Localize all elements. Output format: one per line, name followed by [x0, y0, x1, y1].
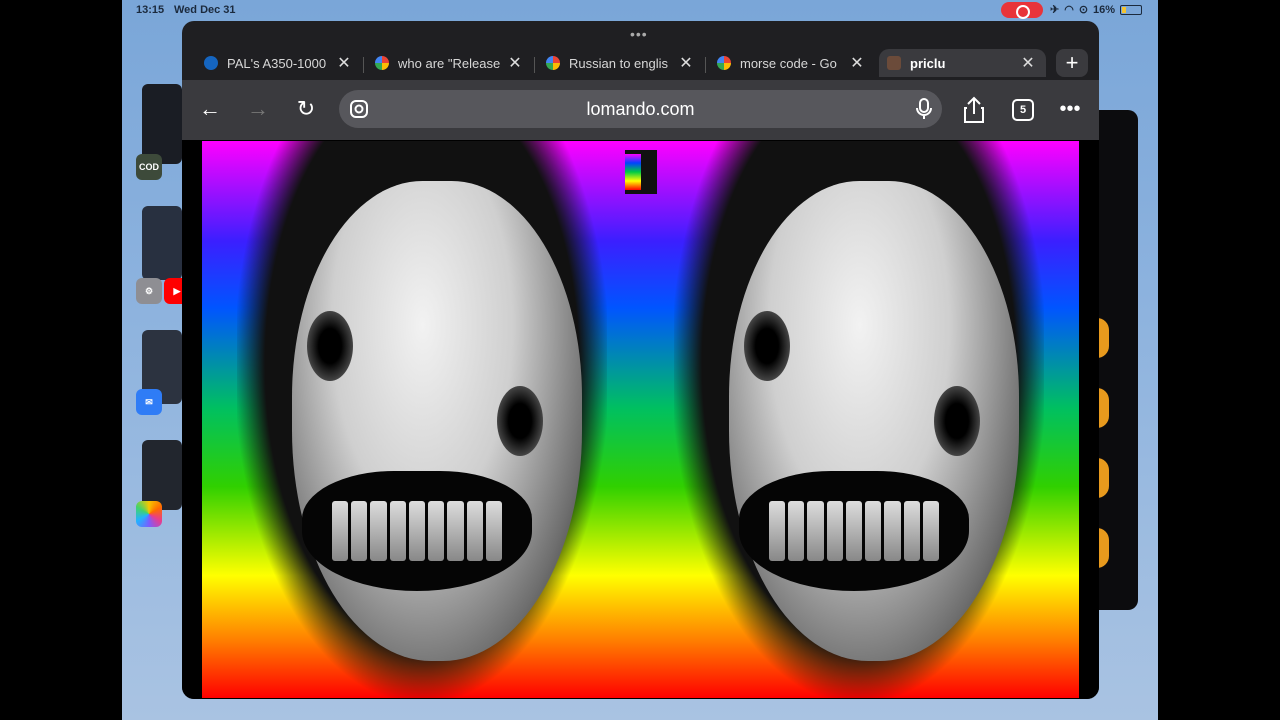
battery-icon	[1120, 4, 1143, 15]
tab-strip: PAL's A350-1000 ✕ who are "Releasе ✕ Rus…	[182, 46, 1099, 80]
mouth	[302, 471, 532, 591]
address-bar[interactable]: lomando.com	[339, 90, 942, 128]
google-icon	[717, 56, 731, 70]
close-icon[interactable]: ✕	[676, 53, 696, 73]
close-icon[interactable]: ✕	[847, 53, 867, 73]
eye	[497, 386, 543, 456]
eye	[934, 386, 980, 456]
more-menu-icon[interactable]: •••	[1054, 94, 1086, 126]
google-icon	[546, 56, 560, 70]
forward-arrow-icon[interactable]: →	[242, 94, 274, 126]
tab-title: priclu	[910, 55, 946, 71]
tab-separator	[534, 57, 535, 73]
settings-app-icon: ⚙	[136, 278, 162, 304]
tab-separator	[363, 57, 364, 73]
face-right	[639, 141, 1079, 698]
close-icon[interactable]: ✕	[1018, 53, 1038, 73]
messenger-app-icon: ✉	[136, 389, 162, 415]
share-icon[interactable]	[962, 96, 986, 124]
new-tab-button[interactable]: +	[1056, 49, 1088, 77]
web-content	[182, 140, 1099, 699]
tab-title: who are "Releasе	[398, 55, 501, 71]
rotation-lock-icon: ⊙	[1078, 4, 1089, 16]
creepy-face-image	[202, 141, 1079, 698]
app-switcher-card[interactable]	[142, 84, 182, 164]
reload-icon[interactable]: ↻	[290, 94, 322, 126]
face-left	[202, 141, 642, 698]
app-switcher-card[interactable]	[142, 206, 182, 280]
tab-title: PAL's A350-1000	[227, 55, 327, 71]
back-arrow-icon[interactable]: ←	[194, 94, 226, 126]
tab-title: Russian to englis	[569, 55, 668, 71]
tab-pal[interactable]: PAL's A350-1000 ✕	[204, 49, 354, 77]
eye	[744, 311, 790, 381]
status-bar: 13:15 Wed Dec 31 ✈ ◠ ⊙ 16%	[122, 0, 1158, 22]
teeth	[769, 501, 939, 561]
tab-russian[interactable]: Russian to englis ✕	[546, 49, 696, 77]
airplane-icon: ✈	[1050, 4, 1060, 16]
wifi-icon: ◠	[1064, 4, 1074, 16]
close-icon[interactable]: ✕	[334, 53, 354, 73]
toolbar: ← → ↻ lomando.com 5 •••	[182, 80, 1099, 140]
rainbow-thumbnail	[625, 150, 657, 194]
google-icon	[375, 56, 389, 70]
status-date: Wed Dec 31	[174, 4, 236, 16]
teeth	[332, 501, 502, 561]
ipad-screen: 13:15 Wed Dec 31 ✈ ◠ ⊙ 16% COD ⚙ ▶ ✉ •••…	[122, 0, 1158, 720]
url-text: lomando.com	[586, 99, 695, 119]
status-right: ✈ ◠ ⊙ 16%	[1050, 3, 1143, 16]
mouth	[739, 471, 969, 591]
tab-title: morse code - Go	[740, 55, 837, 71]
status-time: 13:15	[136, 4, 165, 16]
tab-priclu[interactable]: priclu ✕	[879, 49, 1046, 77]
eye	[307, 311, 353, 381]
close-icon[interactable]: ✕	[505, 53, 525, 73]
callofduty-app-icon: COD	[136, 154, 162, 180]
chrome-window: ••• PAL's A350-1000 ✕ who are "Releasе ✕…	[182, 21, 1099, 699]
tab-releases[interactable]: who are "Releasе ✕	[375, 49, 525, 77]
multitasking-handle[interactable]: •••	[630, 26, 648, 42]
tab-switcher-button[interactable]: 5	[1012, 99, 1034, 121]
pal-icon	[204, 56, 218, 70]
app-switcher-card[interactable]	[142, 440, 182, 510]
tab-morse[interactable]: morse code - Go ✕	[717, 49, 867, 77]
screen-record-indicator[interactable]	[1001, 2, 1043, 19]
tab-separator	[705, 57, 706, 73]
photos-app-icon	[136, 501, 162, 527]
microphone-icon[interactable]	[914, 98, 934, 120]
battery-percent: 16%	[1093, 3, 1116, 16]
priclu-icon	[887, 56, 901, 70]
